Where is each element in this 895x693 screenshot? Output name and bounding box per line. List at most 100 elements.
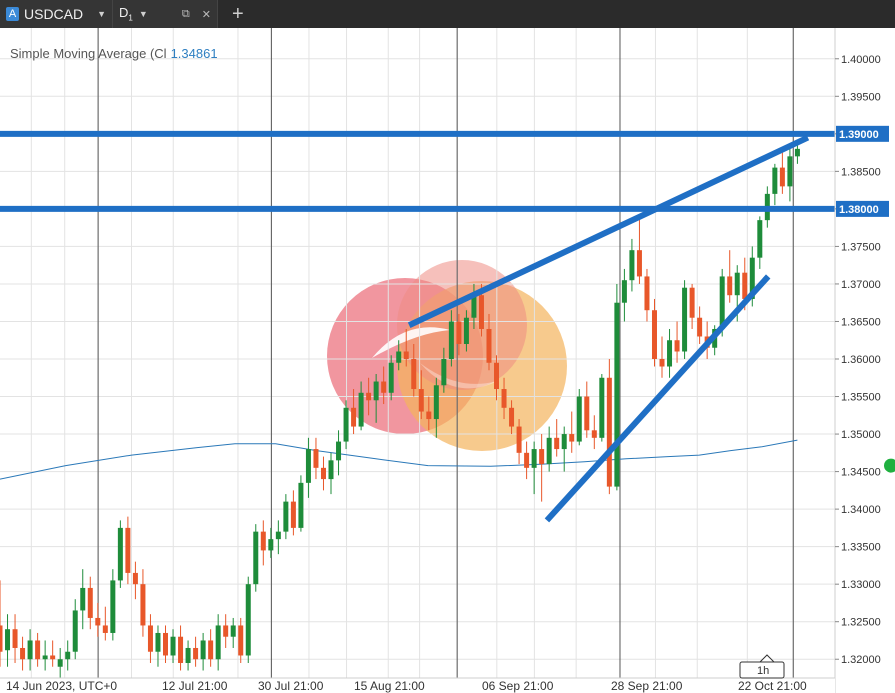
candle[interactable] [20, 636, 26, 671]
candle[interactable] [125, 516, 131, 585]
candle[interactable] [576, 389, 582, 446]
candle-body [682, 287, 688, 352]
candle[interactable] [72, 599, 78, 660]
candle-body [20, 647, 26, 660]
candle[interactable] [298, 475, 304, 532]
candle[interactable] [80, 569, 86, 630]
price-chart[interactable]: 1.40000 1.39500 1.39000 1.38500 1.38000 1.375… [0, 28, 895, 693]
candle[interactable] [336, 430, 342, 476]
candle-body [72, 610, 78, 652]
add-tab-icon[interactable]: + [232, 0, 244, 28]
candle[interactable] [102, 606, 108, 641]
candle[interactable] [599, 374, 605, 442]
time-tick-label: 30 Jul 21:00 [258, 679, 324, 693]
candle-body [463, 317, 469, 344]
indicator-legend[interactable]: Simple Moving Average (Cl 1.34861 [10, 46, 218, 61]
candle[interactable] [328, 452, 334, 495]
candle[interactable] [636, 216, 642, 284]
candle[interactable] [531, 441, 537, 495]
candle-body [569, 434, 575, 442]
candle[interactable] [689, 283, 695, 329]
candle-body [644, 276, 650, 311]
candle[interactable] [42, 640, 48, 671]
candle[interactable] [163, 625, 169, 663]
candle[interactable] [185, 640, 191, 671]
candle-body [12, 629, 18, 648]
candle[interactable] [697, 306, 703, 344]
candle[interactable] [546, 426, 552, 472]
candle[interactable] [132, 561, 138, 600]
candle[interactable] [260, 520, 266, 566]
candle-body [140, 584, 146, 626]
symbol-selector[interactable]: A USDCAD ▼ [0, 0, 113, 28]
candle[interactable] [117, 520, 123, 588]
candle[interactable] [305, 437, 311, 498]
candle[interactable] [193, 636, 199, 667]
candle[interactable] [584, 381, 590, 438]
candle[interactable] [539, 434, 545, 502]
price-tick-label: 1.32500 [841, 617, 881, 629]
candle[interactable] [223, 614, 229, 648]
candle[interactable] [554, 419, 560, 457]
chart-area[interactable]: 1.40000 1.39500 1.39000 1.38500 1.38000 1.375… [0, 28, 895, 693]
sma-line[interactable] [0, 439, 798, 480]
candle[interactable] [659, 336, 665, 378]
candle[interactable] [200, 632, 206, 671]
candle[interactable] [779, 152, 785, 194]
candle-body [283, 501, 289, 532]
candle[interactable] [35, 632, 41, 667]
candle[interactable] [606, 359, 612, 495]
candle[interactable] [682, 280, 688, 360]
candle[interactable] [275, 520, 281, 555]
candle[interactable] [667, 328, 673, 378]
chevron-down-icon[interactable]: ▼ [139, 9, 148, 19]
candle[interactable] [0, 580, 3, 667]
timeframe-selector[interactable]: D1 ▼ ⧉ ✕ [113, 0, 218, 28]
candle[interactable] [290, 490, 296, 536]
candle[interactable] [772, 163, 778, 206]
candle[interactable] [208, 629, 214, 667]
candle[interactable] [238, 617, 244, 663]
candle[interactable] [621, 268, 627, 322]
candle[interactable] [245, 576, 251, 663]
candle[interactable] [140, 569, 146, 637]
price-tick-label: 1.40000 [841, 54, 881, 66]
candle[interactable] [230, 617, 236, 648]
candle[interactable] [268, 527, 274, 558]
candle-body [42, 655, 48, 660]
candle-body [253, 531, 259, 585]
candle-body [794, 148, 800, 157]
candle[interactable] [110, 569, 116, 641]
candle-body [147, 625, 153, 652]
candle[interactable] [757, 216, 763, 269]
candle[interactable] [253, 524, 259, 592]
candle[interactable] [155, 625, 161, 667]
candle-body [433, 385, 439, 420]
time-tick-label: 22 Oct 21:00 [738, 679, 807, 693]
candle[interactable] [644, 268, 650, 322]
candle[interactable] [727, 250, 733, 303]
candle[interactable] [178, 625, 184, 671]
candle[interactable] [524, 441, 530, 480]
candle[interactable] [170, 629, 176, 663]
close-icon[interactable]: ✕ [202, 8, 211, 21]
candle[interactable] [57, 647, 63, 678]
candle[interactable] [320, 456, 326, 491]
candle[interactable] [591, 415, 597, 450]
candle[interactable] [50, 640, 56, 667]
candle[interactable] [313, 437, 319, 480]
candle[interactable] [27, 629, 33, 671]
candle-body [456, 321, 462, 344]
candle[interactable] [561, 426, 567, 472]
candle[interactable] [614, 283, 620, 491]
candle[interactable] [95, 602, 101, 637]
detach-icon[interactable]: ⧉ [182, 8, 190, 21]
candle[interactable] [674, 321, 680, 363]
candle[interactable] [215, 614, 221, 671]
candle[interactable] [569, 411, 575, 453]
candle[interactable] [65, 640, 71, 671]
candle[interactable] [787, 148, 793, 202]
candle[interactable] [283, 494, 289, 540]
chevron-down-icon[interactable]: ▼ [97, 9, 106, 19]
candle[interactable] [651, 298, 657, 367]
